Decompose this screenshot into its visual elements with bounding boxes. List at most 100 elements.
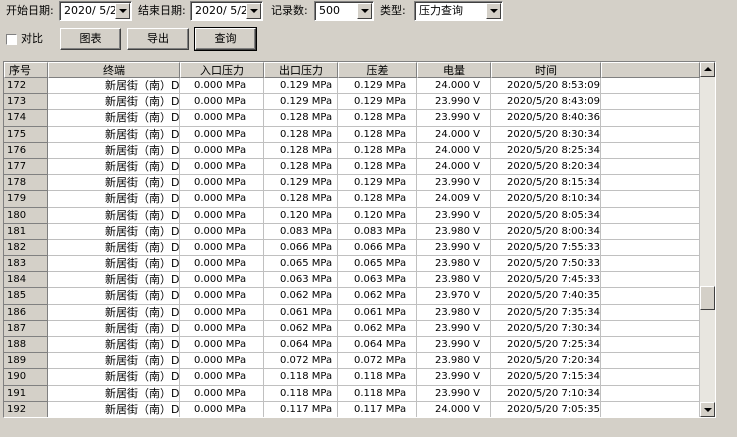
cell-pressure-diff[interactable]: 0.128 MPa: [338, 191, 417, 208]
table-row[interactable]: 191新居街（南）DN100-3#0.000 MPa0.118 MPa0.118…: [4, 385, 700, 402]
cell-terminal[interactable]: 新居街（南）DN100-3#: [48, 94, 180, 111]
cell-index[interactable]: 177: [4, 158, 48, 176]
cell-time[interactable]: 2020/5/20 8:25:34: [491, 142, 601, 159]
cell-index[interactable]: 182: [4, 239, 48, 257]
cell-time[interactable]: 2020/5/20 8:40:36: [491, 110, 601, 127]
arrow-down-icon[interactable]: [700, 402, 715, 417]
header-outlet-pressure[interactable]: 出口压力: [264, 62, 338, 78]
cell-index[interactable]: 184: [4, 272, 48, 289]
data-grid[interactable]: 序号 终端 入口压力 出口压力 压差 电量 时间 172新居街（南）DN100-…: [3, 61, 716, 418]
cell-inlet-pressure[interactable]: 0.000 MPa: [180, 369, 264, 386]
cell-terminal[interactable]: 新居街（南）DN100-3#: [48, 175, 180, 192]
cell-voltage[interactable]: 23.980 V: [417, 272, 491, 289]
cell-voltage[interactable]: 23.990 V: [417, 94, 491, 111]
cell-pressure-diff[interactable]: 0.062 MPa: [338, 320, 417, 337]
cell-outlet-pressure[interactable]: 0.129 MPa: [264, 78, 338, 95]
table-row[interactable]: 173新居街（南）DN100-3#0.000 MPa0.129 MPa0.129…: [4, 94, 700, 111]
cell-voltage[interactable]: 23.990 V: [417, 369, 491, 386]
type-select[interactable]: 压力查询: [414, 1, 503, 21]
cell-terminal[interactable]: 新居街（南）DN100-3#: [48, 110, 180, 127]
cell-outlet-pressure[interactable]: 0.118 MPa: [264, 385, 338, 402]
cell-time[interactable]: 2020/5/20 7:55:33: [491, 239, 601, 257]
cell-pressure-diff[interactable]: 0.128 MPa: [338, 142, 417, 159]
cell-inlet-pressure[interactable]: 0.000 MPa: [180, 207, 264, 224]
cell-outlet-pressure[interactable]: 0.120 MPa: [264, 207, 338, 224]
cell-time[interactable]: 2020/5/20 8:20:34: [491, 158, 601, 176]
cell-voltage[interactable]: 23.990 V: [417, 239, 491, 257]
cell-inlet-pressure[interactable]: 0.000 MPa: [180, 110, 264, 127]
compare-checkbox[interactable]: [6, 34, 17, 45]
arrow-up-icon[interactable]: [700, 62, 715, 77]
cell-pressure-diff[interactable]: 0.065 MPa: [338, 256, 417, 273]
cell-terminal[interactable]: 新居街（南）DN100-3#: [48, 142, 180, 159]
cell-inlet-pressure[interactable]: 0.000 MPa: [180, 320, 264, 337]
header-voltage[interactable]: 电量: [417, 62, 491, 78]
cell-terminal[interactable]: 新居街（南）DN100-3#: [48, 385, 180, 402]
cell-voltage[interactable]: 23.980 V: [417, 256, 491, 273]
cell-pressure-diff[interactable]: 0.064 MPa: [338, 337, 417, 354]
chevron-down-icon[interactable]: [486, 3, 501, 19]
cell-terminal[interactable]: 新居街（南）DN100-3#: [48, 239, 180, 257]
cell-terminal[interactable]: 新居街（南）DN100-3#: [48, 78, 180, 95]
cell-outlet-pressure[interactable]: 0.129 MPa: [264, 94, 338, 111]
cell-voltage[interactable]: 24.000 V: [417, 78, 491, 95]
cell-pressure-diff[interactable]: 0.129 MPa: [338, 175, 417, 192]
table-row[interactable]: 178新居街（南）DN100-3#0.000 MPa0.129 MPa0.129…: [4, 175, 700, 192]
query-button[interactable]: 查询: [194, 27, 257, 51]
cell-inlet-pressure[interactable]: 0.000 MPa: [180, 94, 264, 111]
cell-outlet-pressure[interactable]: 0.128 MPa: [264, 142, 338, 159]
record-count-select[interactable]: 500: [314, 1, 374, 21]
cell-index[interactable]: 186: [4, 304, 48, 321]
cell-outlet-pressure[interactable]: 0.117 MPa: [264, 401, 338, 417]
cell-pressure-diff[interactable]: 0.061 MPa: [338, 304, 417, 321]
table-row[interactable]: 186新居街（南）DN100-3#0.000 MPa0.061 MPa0.061…: [4, 304, 700, 321]
vertical-scrollbar[interactable]: [700, 62, 715, 417]
header-inlet-pressure[interactable]: 入口压力: [180, 62, 264, 78]
cell-pressure-diff[interactable]: 0.117 MPa: [338, 401, 417, 417]
cell-index[interactable]: 178: [4, 175, 48, 192]
cell-time[interactable]: 2020/5/20 7:50:33: [491, 256, 601, 273]
table-row[interactable]: 183新居街（南）DN100-3#0.000 MPa0.065 MPa0.065…: [4, 256, 700, 273]
cell-pressure-diff[interactable]: 0.120 MPa: [338, 207, 417, 224]
cell-time[interactable]: 2020/5/20 7:40:35: [491, 288, 601, 305]
cell-terminal[interactable]: 新居街（南）DN100-3#: [48, 353, 180, 370]
cell-inlet-pressure[interactable]: 0.000 MPa: [180, 337, 264, 354]
export-button[interactable]: 导出: [127, 28, 189, 50]
cell-time[interactable]: 2020/5/20 8:30:34: [491, 126, 601, 143]
cell-time[interactable]: 2020/5/20 8:10:34: [491, 191, 601, 208]
cell-terminal[interactable]: 新居街（南）DN100-3#: [48, 158, 180, 176]
cell-outlet-pressure[interactable]: 0.128 MPa: [264, 126, 338, 143]
cell-inlet-pressure[interactable]: 0.000 MPa: [180, 175, 264, 192]
cell-pressure-diff[interactable]: 0.072 MPa: [338, 353, 417, 370]
table-row[interactable]: 187新居街（南）DN100-3#0.000 MPa0.062 MPa0.062…: [4, 320, 700, 337]
cell-index[interactable]: 189: [4, 353, 48, 370]
cell-inlet-pressure[interactable]: 0.000 MPa: [180, 288, 264, 305]
cell-time[interactable]: 2020/5/20 7:30:34: [491, 320, 601, 337]
cell-terminal[interactable]: 新居街（南）DN100-3#: [48, 401, 180, 417]
cell-voltage[interactable]: 23.980 V: [417, 223, 491, 240]
table-row[interactable]: 185新居街（南）DN100-3#0.000 MPa0.062 MPa0.062…: [4, 288, 700, 305]
chevron-down-icon[interactable]: [115, 3, 130, 19]
cell-time[interactable]: 2020/5/20 7:25:34: [491, 337, 601, 354]
table-row[interactable]: 176新居街（南）DN100-3#0.000 MPa0.128 MPa0.128…: [4, 142, 700, 159]
chart-button[interactable]: 图表: [60, 28, 121, 50]
table-row[interactable]: 192新居街（南）DN100-3#0.000 MPa0.117 MPa0.117…: [4, 401, 700, 417]
cell-time[interactable]: 2020/5/20 7:05:35: [491, 401, 601, 417]
cell-index[interactable]: 192: [4, 401, 48, 417]
cell-outlet-pressure[interactable]: 0.064 MPa: [264, 337, 338, 354]
cell-index[interactable]: 187: [4, 320, 48, 337]
cell-inlet-pressure[interactable]: 0.000 MPa: [180, 191, 264, 208]
chevron-down-icon[interactable]: [357, 3, 372, 19]
cell-outlet-pressure[interactable]: 0.118 MPa: [264, 369, 338, 386]
cell-time[interactable]: 2020/5/20 8:43:09: [491, 94, 601, 111]
cell-index[interactable]: 174: [4, 110, 48, 127]
cell-pressure-diff[interactable]: 0.128 MPa: [338, 158, 417, 176]
cell-inlet-pressure[interactable]: 0.000 MPa: [180, 142, 264, 159]
table-row[interactable]: 172新居街（南）DN100-3#0.000 MPa0.129 MPa0.129…: [4, 78, 700, 95]
cell-terminal[interactable]: 新居街（南）DN100-3#: [48, 191, 180, 208]
cell-index[interactable]: 173: [4, 94, 48, 111]
cell-pressure-diff[interactable]: 0.118 MPa: [338, 369, 417, 386]
cell-pressure-diff[interactable]: 0.066 MPa: [338, 239, 417, 257]
cell-time[interactable]: 2020/5/20 7:20:34: [491, 353, 601, 370]
cell-outlet-pressure[interactable]: 0.065 MPa: [264, 256, 338, 273]
